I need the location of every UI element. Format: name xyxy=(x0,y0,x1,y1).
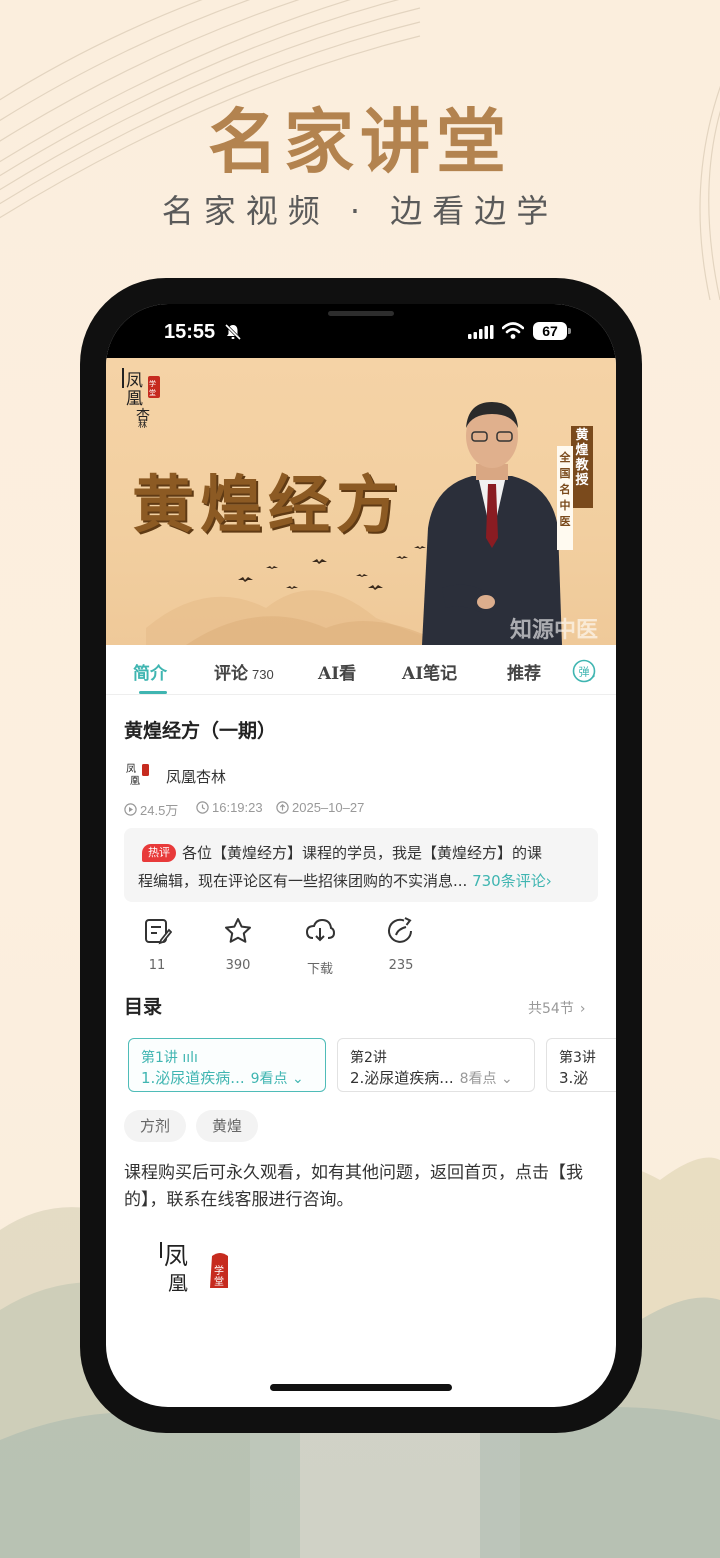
episode-title: 1.泌尿道疾病... 9看点 ⌄ xyxy=(141,1069,304,1087)
wifi-icon xyxy=(502,322,524,339)
phone-screen: 15:55 67 凤 凰 杏 林 学 堂 黄煌经方 黄煌 教授 全国名中医 知源… xyxy=(106,304,616,1407)
share-button[interactable]: 235 xyxy=(369,916,433,973)
banner-logo: 凤 凰 杏 林 学 堂 xyxy=(122,368,160,428)
duration: 16:19:23 xyxy=(196,800,263,815)
hot-comment-notice[interactable]: 热评 各位【黄煌经方】课程的学员，我是【黄煌经方】的课 程编辑，现在评论区有一些… xyxy=(124,828,598,902)
share-count: 235 xyxy=(388,958,414,973)
tag-huanghuang[interactable]: 黄煌 xyxy=(196,1110,259,1142)
tab-comments[interactable]: 评论 730 xyxy=(214,659,274,684)
phone-frame: 15:55 67 凤 凰 杏 林 学 堂 黄煌经方 黄煌 教授 全国名中医 知源… xyxy=(80,278,642,1433)
tag-formula[interactable]: 方剂 xyxy=(124,1110,187,1142)
presenter-name: 黄煌 教授 xyxy=(575,428,589,488)
publisher-avatar[interactable]: 凤 凰 xyxy=(126,760,152,788)
home-indicator[interactable] xyxy=(270,1384,452,1391)
svg-text:学: 学 xyxy=(149,379,156,388)
banner-watermark: 知源中医 xyxy=(510,617,599,643)
tab-bar: 简介 评论 730 AI看 AI笔记 推荐 弹 xyxy=(106,645,616,695)
battery-indicator: 67 xyxy=(533,322,567,340)
all-comments-link[interactable]: 730条评论› xyxy=(472,872,552,890)
signal-icon xyxy=(468,325,494,339)
download-icon xyxy=(305,918,335,942)
audio-wave-icon: ıılı xyxy=(182,1050,198,1066)
svg-text:凰: 凰 xyxy=(126,389,143,409)
tab-intro[interactable]: 简介 xyxy=(133,659,167,684)
play-icon xyxy=(124,803,137,816)
bell-muted-icon xyxy=(224,323,242,341)
download-label: 下载 xyxy=(306,962,333,977)
svg-text:凤: 凤 xyxy=(126,371,143,391)
upload-icon xyxy=(276,801,289,814)
course-title: 黄煌经方（一期） xyxy=(124,720,277,742)
course-banner[interactable]: 凤 凰 杏 林 学 堂 黄煌经方 黄煌 教授 全国名中医 知源中医 xyxy=(106,358,616,645)
tab-ai-notes[interactable]: AI笔记 xyxy=(402,659,457,684)
episode-title: 3.泌 xyxy=(559,1069,589,1087)
view-count: 24.5万 xyxy=(124,800,178,819)
notice-text-line1: 各位【黄煌经方】课程的学员，我是【黄煌经方】的课 xyxy=(182,844,543,862)
course-description: 课程购买后可永久观看，如有其他问题，返回首页，点击【我的】，联系在线客服进行咨询… xyxy=(124,1163,583,1210)
svg-text:凤: 凤 xyxy=(126,763,136,775)
favorite-button[interactable]: 390 xyxy=(206,916,270,973)
battery-level: 67 xyxy=(542,323,558,339)
speaker-grille xyxy=(328,311,394,316)
comment-count: 730 xyxy=(252,667,274,682)
star-icon xyxy=(225,918,251,943)
publisher-name[interactable]: 凤凰杏林 xyxy=(166,766,226,787)
note-count: 11 xyxy=(148,958,166,973)
description-logo: 凤 凰 学 堂 xyxy=(160,1242,228,1292)
episode-points: 9看点 ⌄ xyxy=(250,1071,304,1087)
presenter-photo xyxy=(422,402,562,645)
banner-mountains xyxy=(146,546,446,645)
promo-subtitle: 名家视频 · 边看边学 xyxy=(161,192,559,230)
note-button[interactable]: 11 xyxy=(125,916,189,973)
chevron-right-icon: › xyxy=(579,1001,586,1017)
battery-tip xyxy=(568,328,571,334)
danmu-toggle-icon[interactable]: 弹 xyxy=(572,659,596,683)
tab-recommend[interactable]: 推荐 xyxy=(507,659,541,684)
svg-text:凤: 凤 xyxy=(164,1242,188,1270)
svg-text:凰: 凰 xyxy=(130,775,140,787)
episode-title: 2.泌尿道疾病... 8看点 ⌄ xyxy=(350,1069,513,1087)
svg-text:凰: 凰 xyxy=(168,1271,188,1292)
episode-points: 8看点 ⌄ xyxy=(459,1071,513,1087)
svg-text:学: 学 xyxy=(214,1264,224,1277)
episode-number: 第1讲 ıılı xyxy=(141,1050,198,1066)
publish-date: 2025–10–27 xyxy=(276,800,364,815)
presenter-rank: 全国名中医 xyxy=(559,451,571,528)
episode-number: 第3讲 xyxy=(559,1050,596,1066)
svg-text:林: 林 xyxy=(138,419,147,428)
share-icon xyxy=(388,917,412,943)
episode-card-3[interactable]: 第3讲 3.泌 xyxy=(546,1038,616,1092)
svg-text:堂: 堂 xyxy=(214,1276,224,1288)
status-time: 15:55 xyxy=(164,321,216,343)
favorite-count: 390 xyxy=(225,958,251,973)
status-bar: 15:55 67 xyxy=(106,304,616,358)
promo-title: 名家讲堂 xyxy=(208,100,512,183)
episode-card-2[interactable]: 第2讲 2.泌尿道疾病... 8看点 ⌄ xyxy=(337,1038,535,1092)
catalog-title: 目录 xyxy=(124,996,163,1018)
episode-card-1[interactable]: 第1讲 ıılı 1.泌尿道疾病... 9看点 ⌄ xyxy=(128,1038,326,1092)
tab-active-underline xyxy=(139,691,167,694)
hot-badge: 热评 xyxy=(142,844,176,862)
notice-text-line2: 程编辑，现在评论区有一些招徕团购的不实消息... 730条评论› xyxy=(138,872,552,890)
svg-text:弹: 弹 xyxy=(579,665,590,679)
download-button[interactable]: 下载 xyxy=(288,916,352,977)
episode-number: 第2讲 xyxy=(350,1050,387,1066)
tab-ai-watch[interactable]: AI看 xyxy=(318,659,356,684)
catalog-count[interactable]: 共54节 › xyxy=(528,998,585,1018)
clock-icon xyxy=(196,801,209,814)
svg-text:堂: 堂 xyxy=(149,388,156,397)
note-icon xyxy=(145,919,172,945)
